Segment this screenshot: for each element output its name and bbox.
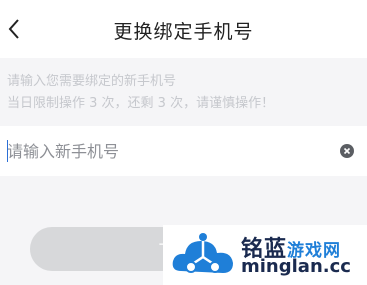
text-caret (7, 140, 8, 162)
site-watermark: 铭蓝游戏网 minglan.cc (163, 225, 367, 285)
cloud-logo-icon (172, 233, 233, 273)
clear-circle-icon[interactable] (340, 144, 354, 158)
watermark-url: minglan.cc (241, 256, 351, 277)
notice-line-2: 当日限制操作 3 次，还剩 3 次，请谨慎操作！ (7, 96, 275, 111)
phone-input-row (0, 126, 367, 176)
page-title: 更换绑定手机号 (113, 21, 254, 43)
new-phone-input[interactable] (7, 136, 327, 166)
notice-text: 请输入您需要绑定的新手机号 当日限制操作 3 次，还剩 3 次，请谨慎操作！ (7, 71, 274, 115)
nav-bar: 更换绑定手机号 (0, 0, 367, 58)
notice-line-1: 请输入您需要绑定的新手机号 (7, 74, 177, 89)
